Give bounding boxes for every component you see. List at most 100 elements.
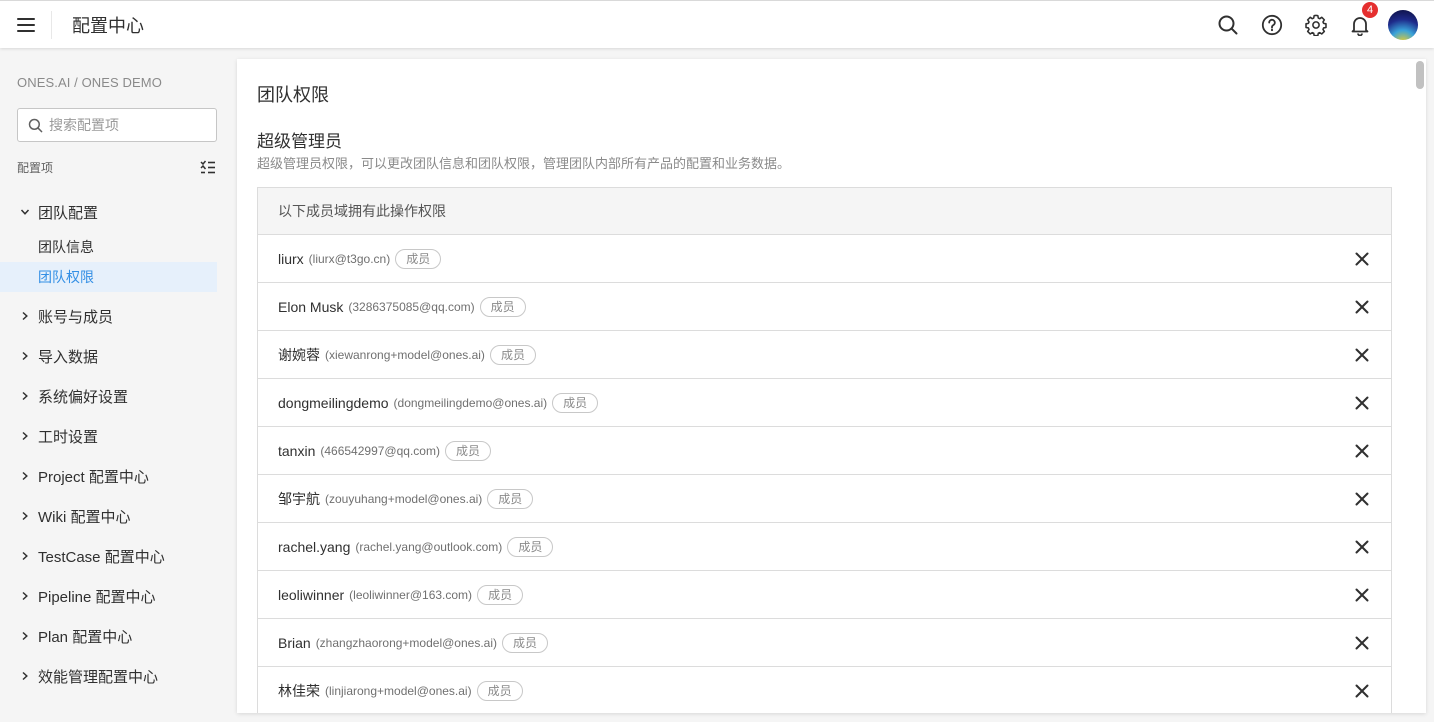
nav-group-label: Plan 配置中心 <box>38 628 133 646</box>
nav-group-label: 导入数据 <box>38 348 99 366</box>
search-icon <box>1218 15 1238 35</box>
top-actions: 4 <box>1206 1 1418 49</box>
nav-group-label: Wiki 配置中心 <box>38 508 131 526</box>
help-icon <box>1261 14 1283 36</box>
close-icon[interactable] <box>1353 298 1371 316</box>
nav-group-team-config[interactable]: 团队配置 <box>0 192 232 232</box>
close-icon[interactable] <box>1353 586 1371 604</box>
nav-group-label: Project 配置中心 <box>38 468 149 486</box>
search-button[interactable] <box>1206 1 1250 49</box>
close-icon[interactable] <box>1353 682 1371 700</box>
chevron-right-icon <box>20 591 30 601</box>
close-icon[interactable] <box>1353 442 1371 460</box>
sidebar-nav: 团队配置 团队信息 团队权限 账号与成员 导入数据 系统偏好设置 工时设置 Pr… <box>0 192 232 696</box>
nav-group-label: 系统偏好设置 <box>38 388 129 406</box>
gear-icon <box>1305 14 1327 36</box>
scroll-thumb[interactable] <box>1416 61 1424 89</box>
nav-group-testcase[interactable]: TestCase 配置中心 <box>0 536 232 576</box>
section-description: 超级管理员权限，可以更改团队信息和团队权限，管理团队内部所有产品的配置和业务数据… <box>257 156 791 171</box>
nav-group-label: 团队配置 <box>38 204 99 222</box>
nav-group-project[interactable]: Project 配置中心 <box>0 456 232 496</box>
nav-group-plan[interactable]: Plan 配置中心 <box>0 616 232 656</box>
chevron-right-icon <box>20 471 30 481</box>
table-row: liurx (liurx@t3go.cn) 成员 <box>258 235 1391 283</box>
settings-button[interactable] <box>1294 1 1338 49</box>
member-email: (xiewanrong+model@ones.ai) <box>325 347 485 362</box>
member-role-tag: 成员 <box>552 392 599 413</box>
table-row: 谢婉蓉 (xiewanrong+model@ones.ai) 成员 <box>258 331 1391 379</box>
table-row: dongmeilingdemo (dongmeilingdemo@ones.ai… <box>258 379 1391 427</box>
hamburger-icon <box>16 17 35 32</box>
search-input[interactable] <box>49 117 209 133</box>
close-icon[interactable] <box>1353 346 1371 364</box>
nav-item-team-permissions[interactable]: 团队权限 <box>0 262 217 292</box>
top-bar: 配置中心 4 <box>0 0 1434 48</box>
search-icon <box>28 118 43 132</box>
chevron-right-icon <box>20 511 30 521</box>
member-role-tag: 成员 <box>489 344 536 365</box>
chevron-right-icon <box>20 391 30 401</box>
member-email: (liurx@t3go.cn) <box>308 251 391 266</box>
table-row: leoliwinner (leoliwinner@163.com) 成员 <box>258 571 1391 619</box>
close-icon[interactable] <box>1353 538 1371 556</box>
nav-group-label: Pipeline 配置中心 <box>38 588 156 606</box>
sidebar: ONES.AI / ONES DEMO 配置项 团队配置 团队信息 团队权限 账… <box>0 48 232 722</box>
nav-group-timesheet[interactable]: 工时设置 <box>0 416 232 456</box>
member-name: dongmeilingdemo <box>278 394 389 411</box>
member-email: (466542997@qq.com) <box>320 443 440 458</box>
breadcrumb[interactable]: ONES.AI / ONES DEMO <box>17 75 162 90</box>
member-name: 邹宇航 <box>278 490 320 507</box>
member-name: rachel.yang <box>278 538 351 555</box>
chevron-right-icon <box>20 551 30 561</box>
table-row: 林佳荣 (linjiarong+model@ones.ai) 成员 <box>258 667 1391 713</box>
member-email: (leoliwinner@163.com) <box>349 587 473 602</box>
close-icon[interactable] <box>1353 634 1371 652</box>
member-name: 林佳荣 <box>278 682 320 699</box>
search-box[interactable] <box>17 108 217 142</box>
member-role-tag: 成员 <box>501 632 548 653</box>
member-email: (dongmeilingdemo@ones.ai) <box>393 395 548 410</box>
member-role-tag: 成员 <box>507 536 554 557</box>
menu-button[interactable] <box>0 10 52 39</box>
section-label: 配置项 <box>17 161 54 175</box>
chevron-right-icon <box>20 351 30 361</box>
user-avatar[interactable] <box>1388 10 1418 40</box>
member-name: 谢婉蓉 <box>278 346 320 363</box>
page-title: 团队权限 <box>257 85 329 105</box>
nav-item-team-info[interactable]: 团队信息 <box>0 232 217 262</box>
list-toggle-icon[interactable] <box>199 158 217 176</box>
table-row: 邹宇航 (zouyuhang+model@ones.ai) 成员 <box>258 475 1391 523</box>
close-icon[interactable] <box>1353 394 1371 412</box>
nav-group-label: 效能管理配置中心 <box>38 668 159 686</box>
member-role-tag: 成员 <box>395 248 442 269</box>
member-name: liurx <box>278 250 304 267</box>
main-panel: 团队权限 超级管理员 超级管理员权限，可以更改团队信息和团队权限，管理团队内部所… <box>237 59 1426 713</box>
member-name: tanxin <box>278 442 316 459</box>
member-role-tag: 成员 <box>479 296 526 317</box>
member-name: leoliwinner <box>278 586 345 603</box>
nav-group-wiki[interactable]: Wiki 配置中心 <box>0 496 232 536</box>
member-email: (rachel.yang@outlook.com) <box>355 539 503 554</box>
scrollbar[interactable] <box>1413 59 1426 713</box>
table-row: rachel.yang (rachel.yang@outlook.com) 成员 <box>258 523 1391 571</box>
nav-group-accounts[interactable]: 账号与成员 <box>0 296 232 336</box>
chevron-right-icon <box>20 311 30 321</box>
member-name: Brian <box>278 634 311 651</box>
notification-badge: 4 <box>1362 2 1378 18</box>
table-row: Elon Musk (3286375085@qq.com) 成员 <box>258 283 1391 331</box>
chevron-right-icon <box>20 431 30 441</box>
table-header: 以下成员域拥有此操作权限 <box>258 188 1391 235</box>
member-role-tag: 成员 <box>477 584 524 605</box>
member-table: 以下成员域拥有此操作权限 liurx (liurx@t3go.cn) 成员 El… <box>257 187 1392 713</box>
table-row: tanxin (466542997@qq.com) 成员 <box>258 427 1391 475</box>
close-icon[interactable] <box>1353 490 1371 508</box>
nav-group-import[interactable]: 导入数据 <box>0 336 232 376</box>
nav-group-label: 账号与成员 <box>38 308 114 326</box>
notification-button[interactable]: 4 <box>1338 1 1382 49</box>
nav-group-preferences[interactable]: 系统偏好设置 <box>0 376 232 416</box>
member-role-tag: 成员 <box>476 680 523 701</box>
nav-group-pipeline[interactable]: Pipeline 配置中心 <box>0 576 232 616</box>
help-button[interactable] <box>1250 1 1294 49</box>
nav-group-performance[interactable]: 效能管理配置中心 <box>0 656 232 696</box>
close-icon[interactable] <box>1353 250 1371 268</box>
